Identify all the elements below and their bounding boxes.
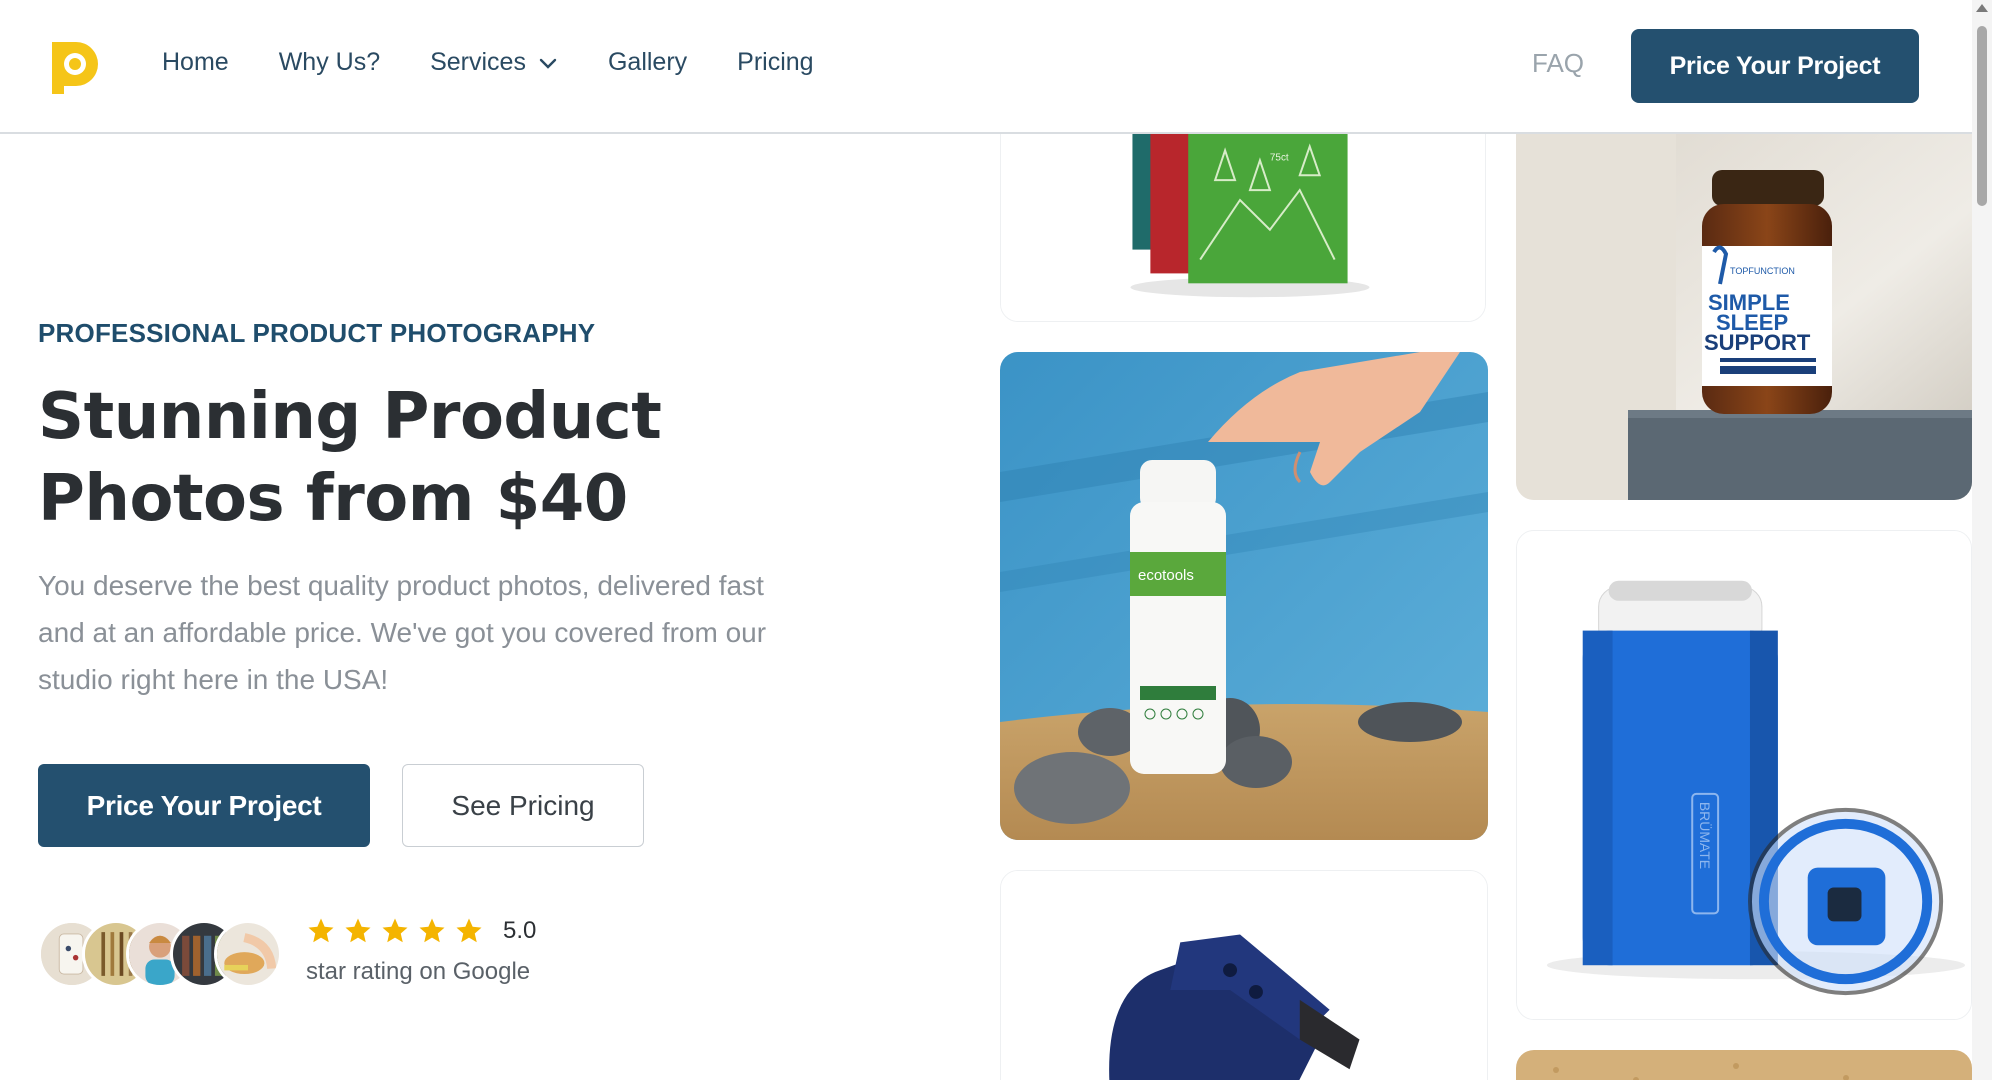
scroll-up-arrow-icon[interactable] <box>1976 4 1988 12</box>
nav-home[interactable]: Home <box>162 48 229 77</box>
nav-pricing-label: Pricing <box>737 48 814 76</box>
sand-photo <box>1516 1050 1972 1080</box>
supplement-brand: TOPFUNCTION <box>1730 266 1795 276</box>
nav-gallery[interactable]: Gallery <box>608 48 687 77</box>
nav-gallery-label: Gallery <box>607 48 688 76</box>
cleanser-photo: ecotools <box>1000 352 1488 840</box>
hero-headline-line1: Stunning Product <box>38 380 662 454</box>
gallery-card-cleanser[interactable]: ecotools <box>1000 352 1488 840</box>
scrollbar-thumb[interactable] <box>1977 26 1987 206</box>
gallery-card-cooler[interactable]: BRÜMATE <box>1516 530 1972 1020</box>
nav-faq[interactable]: FAQ <box>1532 48 1584 79</box>
star-icon <box>419 918 445 943</box>
hero-price-project-button[interactable]: Price Your Project <box>38 764 370 847</box>
supplement-photo: TOPFUNCTION SIMPLE SLEEP SUPPORT <box>1516 134 1972 500</box>
gallery-card-supplement[interactable]: TOPFUNCTION SIMPLE SLEEP SUPPORT <box>1516 134 1972 500</box>
hero-eyebrow: PROFESSIONAL PRODUCT PHOTOGRAPHY <box>38 318 596 348</box>
hero-description: You deserve the best quality product pho… <box>38 570 767 695</box>
cooler-brand: BRÜMATE <box>1697 802 1714 869</box>
supplement-title-3: SUPPORT <box>1704 330 1811 355</box>
cooler-photo: BRÜMATE <box>1517 531 1971 1019</box>
nav-services-label: Services <box>430 48 526 76</box>
page-scrollbar[interactable] <box>1972 0 1992 1080</box>
cleanser-brand: ecotools <box>1138 567 1194 584</box>
rating-score: 5.0 <box>503 917 537 944</box>
nav-pricing[interactable]: Pricing <box>737 48 813 77</box>
star-icon <box>382 918 408 943</box>
watch-band-photo <box>1001 871 1487 1080</box>
gallery-card-sand[interactable] <box>1516 1050 1972 1080</box>
customer-avatars <box>38 920 282 988</box>
nav-home-label: Home <box>162 48 229 76</box>
avatar <box>214 920 282 988</box>
nav-why-us[interactable]: Why Us? <box>279 48 380 77</box>
star-icon <box>308 918 334 943</box>
star-icon <box>345 918 371 943</box>
header-price-project-button[interactable]: Price Your Project <box>1631 29 1919 103</box>
see-pricing-button[interactable]: See Pricing <box>402 764 644 847</box>
nav-why-us-label: Why Us? <box>278 48 381 76</box>
hero-headline: Stunning Product Photos from $40 <box>38 376 758 540</box>
rating-caption: star rating on Google <box>306 958 531 985</box>
hero-headline-line2: Photos from $40 <box>38 462 628 536</box>
google-rating: 5.0 star rating on Google <box>306 916 536 986</box>
chevron-down-icon <box>539 58 557 69</box>
gallery-card-watch-band[interactable] <box>1000 870 1488 1080</box>
rating-stars: 5.0 <box>306 916 536 946</box>
nav-services[interactable]: Services <box>430 48 558 77</box>
site-header: Home Why Us? Services Gallery Pricing FA… <box>0 0 1972 134</box>
avatar-image <box>217 923 279 985</box>
brand-logo-icon[interactable] <box>44 36 104 96</box>
star-icon <box>456 918 482 943</box>
tea-box-label: 75ct <box>1270 152 1289 163</box>
main-nav: Home Why Us? Services Gallery Pricing <box>162 48 864 77</box>
